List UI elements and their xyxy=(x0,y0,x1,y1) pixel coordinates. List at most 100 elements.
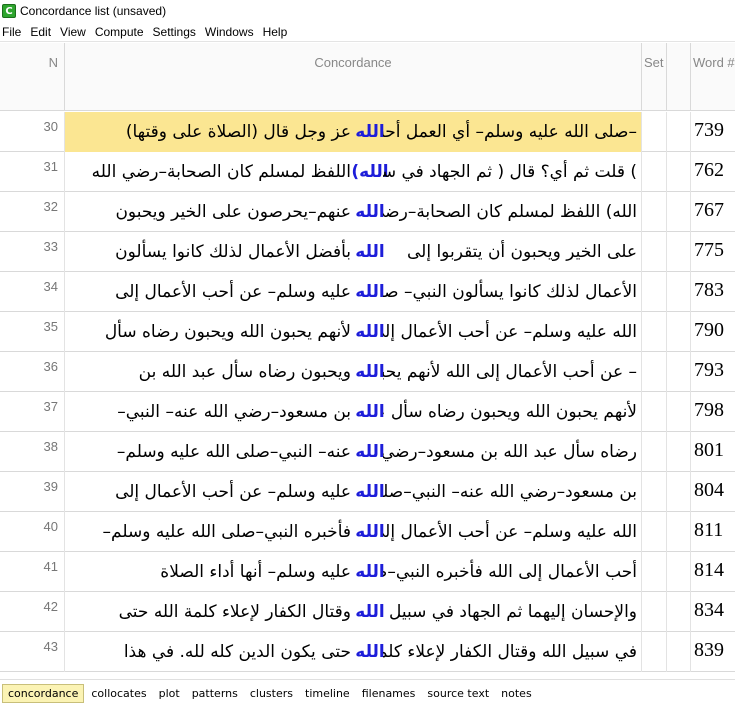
menu-view[interactable]: View xyxy=(57,25,92,39)
menu-file[interactable]: File xyxy=(0,25,27,39)
column-header-set[interactable]: Set xyxy=(642,43,667,111)
concordance-grid: N Concordance Set Word # 30 عز وجل قال (ا… xyxy=(0,43,735,675)
table-row[interactable]: 43 حتى يكون الدين كله لله. في هذا الله في س… xyxy=(0,632,735,672)
concordance-line[interactable]: ويحبون رضاه سأل عبد الله بن الله – عن أحب … xyxy=(65,352,642,392)
menu-help[interactable]: Help xyxy=(260,25,294,39)
blank-cell xyxy=(667,592,691,632)
search-word: الله xyxy=(355,562,385,582)
blank-cell xyxy=(667,232,691,272)
tab-source-text[interactable]: source text xyxy=(422,685,494,702)
menu-settings[interactable]: Settings xyxy=(150,25,202,39)
tab-concordance[interactable]: concordance xyxy=(2,684,85,703)
menu-windows[interactable]: Windows xyxy=(202,25,260,39)
column-header-word[interactable]: Word # xyxy=(691,43,735,111)
title-bar: C Concordance list (unsaved) xyxy=(0,0,735,22)
table-row[interactable]: 37 بن مسعود–رضي الله عنه– النبي– الله لأنهم… xyxy=(0,392,735,432)
set-cell[interactable] xyxy=(642,112,667,152)
tab-notes[interactable]: notes xyxy=(496,685,537,702)
left-context-text: عليه وسلم– أنها أداء الصلاة xyxy=(160,562,351,582)
column-header-blank[interactable] xyxy=(667,43,691,111)
table-row[interactable]: 36 ويحبون رضاه سأل عبد الله بن الله – عن أح… xyxy=(0,352,735,392)
row-number: 43 xyxy=(0,632,65,672)
left-context-text: ويحبون رضاه سأل عبد الله بن xyxy=(138,362,351,382)
left-context: فأخبره النبي–صلى الله عليه وسلم– xyxy=(65,512,357,552)
table-row[interactable]: 39 عليه وسلم– عن أحب الأعمال إلى الله بن مس… xyxy=(0,472,735,512)
left-context-text: بأفضل الأعمال لذلك كانوا يسألون xyxy=(115,242,351,262)
right-context-text: والإحسان إليهما ثم الجهاد في سبيل xyxy=(388,602,637,622)
right-context-text: بن مسعود–رضي الله عنه– النبي–صلى xyxy=(383,482,637,502)
tab-collocates[interactable]: collocates xyxy=(86,685,151,702)
right-context-text: أحب الأعمال إلى الله فأخبره النبي–صلى xyxy=(383,562,637,582)
right-context: في سبيل الله وقتال الكفار لإعلاء كلمة xyxy=(383,632,641,672)
row-number: 40 xyxy=(0,512,65,552)
set-cell[interactable] xyxy=(642,512,667,552)
row-number: 32 xyxy=(0,192,65,232)
set-cell[interactable] xyxy=(642,632,667,672)
set-cell[interactable] xyxy=(642,352,667,392)
right-context: بن مسعود–رضي الله عنه– النبي–صلى xyxy=(383,472,641,512)
word-number: 834 xyxy=(694,599,724,621)
right-context-text: – عن أحب الأعمال إلى الله لأنهم يحبون xyxy=(383,362,637,382)
concordance-line[interactable]: بن مسعود–رضي الله عنه– النبي– الله لأنهم ي… xyxy=(65,392,642,432)
row-number: 31 xyxy=(0,152,65,192)
left-context-text: وقتال الكفار لإعلاء كلمة الله حتى xyxy=(118,602,351,622)
concordance-line[interactable]: بأفضل الأعمال لذلك كانوا يسألون الله على ا… xyxy=(65,232,642,272)
set-cell[interactable] xyxy=(642,592,667,632)
table-row[interactable]: 41 عليه وسلم– أنها أداء الصلاة الله أحب الأ… xyxy=(0,552,735,592)
right-context-text: في سبيل الله وقتال الكفار لإعلاء كلمة xyxy=(383,642,637,662)
table-row[interactable]: 32 عنهم–يحرصون على الخير ويحبون الله الله) … xyxy=(0,192,735,232)
set-cell[interactable] xyxy=(642,232,667,272)
set-cell[interactable] xyxy=(642,272,667,312)
left-context: اللفظ لمسلم كان الصحابة–رضي الله xyxy=(65,152,357,192)
menu-edit[interactable]: Edit xyxy=(27,25,57,39)
table-row[interactable]: 31 اللفظ لمسلم كان الصحابة–رضي الله الله))… xyxy=(0,152,735,192)
set-cell[interactable] xyxy=(642,472,667,512)
table-row[interactable]: 34 عليه وسلم– عن أحب الأعمال إلى الله الأعم… xyxy=(0,272,735,312)
set-cell[interactable] xyxy=(642,312,667,352)
word-number: 814 xyxy=(694,559,724,581)
table-row[interactable]: 40 فأخبره النبي–صلى الله عليه وسلم– الله ال… xyxy=(0,512,735,552)
concordance-line[interactable]: عليه وسلم– أنها أداء الصلاة الله أحب الأعم… xyxy=(65,552,642,592)
menu-compute[interactable]: Compute xyxy=(92,25,150,39)
concordance-line[interactable]: لأنهم يحبون الله ويحبون رضاه سأل الله الله… xyxy=(65,312,642,352)
concordance-line[interactable]: عليه وسلم– عن أحب الأعمال إلى الله بن مسعو… xyxy=(65,472,642,512)
left-context-text: اللفظ لمسلم كان الصحابة–رضي الله xyxy=(91,162,351,182)
tab-filenames[interactable]: filenames xyxy=(357,685,421,702)
table-row[interactable]: 35 لأنهم يحبون الله ويحبون رضاه سأل الله ال… xyxy=(0,312,735,352)
concordance-line[interactable]: عليه وسلم– عن أحب الأعمال إلى الله الأعمال… xyxy=(65,272,642,312)
right-context-text: على الخير ويحبون أن يتقربوا إلى xyxy=(406,242,637,262)
blank-cell xyxy=(667,112,691,152)
concordance-line[interactable]: اللفظ لمسلم كان الصحابة–رضي الله الله)) ق… xyxy=(65,152,642,192)
set-cell[interactable] xyxy=(642,152,667,192)
concordance-line[interactable]: حتى يكون الدين كله لله. في هذا الله في سبي… xyxy=(65,632,642,672)
table-row[interactable]: 33 بأفضل الأعمال لذلك كانوا يسألون الله على… xyxy=(0,232,735,272)
set-cell[interactable] xyxy=(642,552,667,592)
tab-clusters[interactable]: clusters xyxy=(245,685,298,702)
right-context: الأعمال لذلك كانوا يسألون النبي– صلى xyxy=(383,272,641,312)
tab-patterns[interactable]: patterns xyxy=(187,685,243,702)
column-header-n[interactable]: N xyxy=(0,43,65,111)
blank-cell xyxy=(667,632,691,672)
left-context-text: عز وجل قال (الصلاة على وقتها) xyxy=(125,122,351,142)
blank-cell xyxy=(667,432,691,472)
right-context: – عن أحب الأعمال إلى الله لأنهم يحبون xyxy=(383,352,641,392)
table-row[interactable]: 42 وقتال الكفار لإعلاء كلمة الله حتى الله و… xyxy=(0,592,735,632)
tab-plot[interactable]: plot xyxy=(154,685,185,702)
right-context: الله عليه وسلم– عن أحب الأعمال إلى xyxy=(383,512,641,552)
table-row[interactable]: 30 عز وجل قال (الصلاة على وقتها) الله –صلى … xyxy=(0,112,735,152)
concordance-line[interactable]: فأخبره النبي–صلى الله عليه وسلم– الله الله… xyxy=(65,512,642,552)
left-context: عليه وسلم– عن أحب الأعمال إلى xyxy=(65,472,357,512)
set-cell[interactable] xyxy=(642,192,667,232)
tab-timeline[interactable]: timeline xyxy=(300,685,355,702)
set-cell[interactable] xyxy=(642,432,667,472)
left-context: وقتال الكفار لإعلاء كلمة الله حتى xyxy=(65,592,357,632)
set-cell[interactable] xyxy=(642,392,667,432)
search-word: الله xyxy=(355,282,385,302)
concordance-line[interactable]: عز وجل قال (الصلاة على وقتها) الله –صلى ال… xyxy=(65,112,642,152)
concordance-line[interactable]: عنهم–يحرصون على الخير ويحبون الله الله) ال… xyxy=(65,192,642,232)
column-header-concordance[interactable]: Concordance xyxy=(65,43,642,111)
table-row[interactable]: 38 عنه– النبي–صلى الله عليه وسلم– الله رضاه… xyxy=(0,432,735,472)
concordance-line[interactable]: وقتال الكفار لإعلاء كلمة الله حتى الله وال… xyxy=(65,592,642,632)
left-context: ويحبون رضاه سأل عبد الله بن xyxy=(65,352,357,392)
concordance-line[interactable]: عنه– النبي–صلى الله عليه وسلم– الله رضاه س… xyxy=(65,432,642,472)
